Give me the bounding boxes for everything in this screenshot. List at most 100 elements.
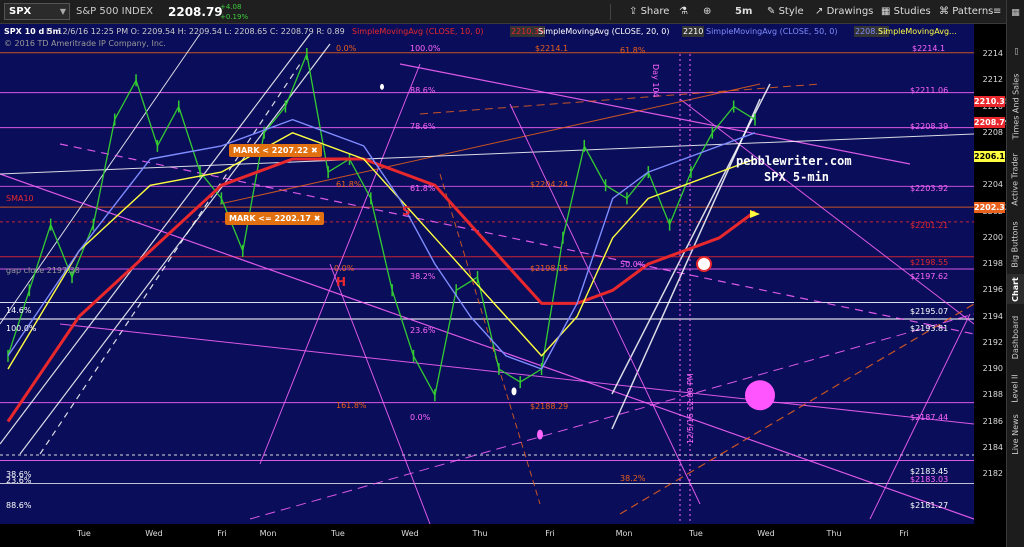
tab-big-buttons[interactable]: Big Buttons: [1007, 216, 1024, 272]
panel-toggle-icon: ▦: [1011, 8, 1020, 18]
share-label: Share: [640, 6, 670, 17]
date-label: 12/5/16 12:00 PM: [686, 373, 695, 444]
fib-236-low: 23.6%: [6, 476, 32, 485]
tab-live-news[interactable]: Live News: [1007, 412, 1024, 456]
level-2198-55: $2198.55: [910, 258, 949, 267]
level-2181-27: $2181.27: [910, 501, 949, 510]
study-sma20-value: 2210: [682, 26, 705, 37]
side-panel-tabs: ▦ ▭ Times And Sales Active Trader Big Bu…: [1006, 0, 1024, 547]
tab-times-and-sales[interactable]: Times And Sales: [1007, 70, 1024, 142]
watermark-line2: SPX 5-min: [764, 170, 830, 184]
fib-500: 50.0%: [620, 260, 646, 269]
patterns-button[interactable]: ⌘ Patterns: [936, 3, 996, 21]
y-tick-label: 2204: [982, 180, 1003, 190]
fib-382: 38.2%: [410, 272, 436, 281]
style-button[interactable]: ✎ Style: [764, 3, 807, 21]
studies-label: Studies: [893, 6, 931, 17]
close-icon[interactable]: ✖: [311, 146, 318, 155]
ohlc-readout: D: 12/6/16 12:25 PM O: 2209.54 H: 2209.5…: [46, 27, 345, 36]
x-tick-label: Mon: [615, 529, 633, 538]
x-tick-label: Tue: [331, 529, 345, 538]
tab-chart[interactable]: Chart: [1007, 274, 1024, 304]
drawings-label: Drawings: [826, 6, 874, 17]
fib-100-top: 100.0%: [410, 44, 441, 53]
drawings-button[interactable]: ↗ Drawings: [812, 3, 876, 21]
chart-svg: [0, 33, 974, 524]
layout-icon[interactable]: ▭: [1007, 38, 1024, 64]
mark-flag-lower[interactable]: MARK <= 2202.17 ✖: [225, 212, 325, 225]
level-2195-07: $2195.07: [910, 307, 949, 316]
fib-1618: 161.8%: [336, 401, 367, 410]
style-label: Style: [778, 6, 804, 17]
price-tag-2: 2206.18: [974, 151, 1011, 163]
x-tick-label: Wed: [145, 529, 163, 538]
symbol-selector[interactable]: SPX ▼: [4, 3, 70, 20]
trend-line-13: [249, 313, 974, 520]
level-2198-15: $2198.15: [530, 264, 569, 273]
trend-line-3: [0, 33, 201, 325]
pink-dot-marker: [537, 429, 543, 440]
study-sma50-label: SimpleMovingAvg (CLOSE, 50, 0): [706, 27, 838, 36]
price-tag-0: 2210.35: [974, 96, 1011, 108]
panel-toggle-button[interactable]: ▦: [1007, 4, 1024, 22]
close-icon[interactable]: ✖: [314, 214, 321, 223]
fib-382-low: 38.2%: [620, 474, 646, 483]
x-tick-label: Tue: [77, 529, 91, 538]
x-tick-label: Thu: [826, 529, 842, 538]
y-tick-label: 2198: [982, 259, 1003, 268]
y-tick-label: 2192: [982, 337, 1003, 347]
fib-786: 78.6%: [410, 122, 436, 131]
fib-0-low: 0.0%: [410, 413, 431, 422]
menu-icon[interactable]: ≡: [990, 3, 1004, 21]
symbol-text: SPX: [9, 6, 32, 17]
y-tick-label: 2208: [982, 127, 1003, 137]
tab-times-and-sales-label: Times And Sales: [1011, 73, 1020, 139]
x-tick-label: Fri: [217, 529, 227, 538]
level-2214-1-right: $2214.1: [912, 44, 946, 53]
level-2187-44: $2187.44: [910, 413, 949, 422]
trend-line-5: [0, 173, 974, 520]
mark-flag-upper[interactable]: MARK < 2207.22 ✖: [229, 144, 322, 157]
fib-618-a: 61.8%: [336, 180, 362, 189]
crosshair-button[interactable]: ⊕: [700, 3, 714, 21]
y-tick-label: 2212: [982, 75, 1003, 85]
y-tick-label: 2214: [982, 49, 1003, 58]
fib-886: 88.6%: [410, 86, 436, 95]
study-sma10-label: SimpleMovingAvg (CLOSE, 10, 0): [352, 27, 484, 36]
share-button[interactable]: ⇪ Share: [626, 3, 672, 21]
fib-618-top: 61.8%: [620, 46, 646, 55]
timeframe-button[interactable]: 5m: [732, 3, 755, 21]
y-tick-label: 2194: [982, 311, 1003, 321]
price-axis[interactable]: 2182 2184 2186 2188 2190 2192 2194 2196 2198 2200…: [974, 24, 1011, 524]
s-label: S: [402, 204, 411, 218]
fib-146: 14.6%: [6, 306, 32, 315]
y-tick-label: 2182: [982, 469, 1003, 478]
flask-icon: ⚗: [679, 6, 688, 17]
tab-level-ii[interactable]: Level II: [1007, 368, 1024, 408]
symbol-name: S&P 500 INDEX: [76, 6, 153, 17]
tab-dashboard[interactable]: Dashboard: [1007, 308, 1024, 366]
y-tick-label: 2190: [982, 364, 1003, 373]
copyright-text: © 2016 TD Ameritrade IP Company, Inc.: [4, 39, 166, 48]
watermark-line1: pebblewriter.com: [736, 154, 852, 168]
studies-button[interactable]: ▦ Studies: [878, 3, 934, 21]
time-axis[interactable]: Tue Wed Fri Mon Tue Wed Thu Fri Mon Tue Wed Thu Fri: [0, 524, 1006, 547]
fib-618-b: 61.8%: [410, 184, 436, 193]
x-tick-label: Fri: [545, 529, 555, 538]
level-2197-62: $2197.62: [910, 272, 949, 281]
level-2183-03: $2183.03: [910, 475, 949, 484]
studies-icon: ▦: [881, 6, 891, 17]
flask-button[interactable]: ⚗: [676, 3, 691, 21]
sma-touch-marker: [696, 256, 712, 272]
x-tick-label: Thu: [472, 529, 488, 538]
x-tick-label: Mon: [259, 529, 277, 538]
tab-active-trader-label: Active Trader: [1011, 152, 1021, 206]
chart-plot-area[interactable]: SPX 10 d 5m D: 12/6/16 12:25 PM O: 2209.…: [0, 24, 974, 524]
target-circle: [745, 380, 775, 411]
tab-chart-label: Chart: [1011, 276, 1021, 302]
tab-active-trader[interactable]: Active Trader: [1007, 146, 1024, 212]
tab-dashboard-label: Dashboard: [1011, 315, 1020, 359]
fib-0-top: 0.0%: [336, 44, 357, 53]
fib-0-h: 0.0%: [334, 264, 355, 273]
white-dot-marker: [511, 387, 517, 396]
